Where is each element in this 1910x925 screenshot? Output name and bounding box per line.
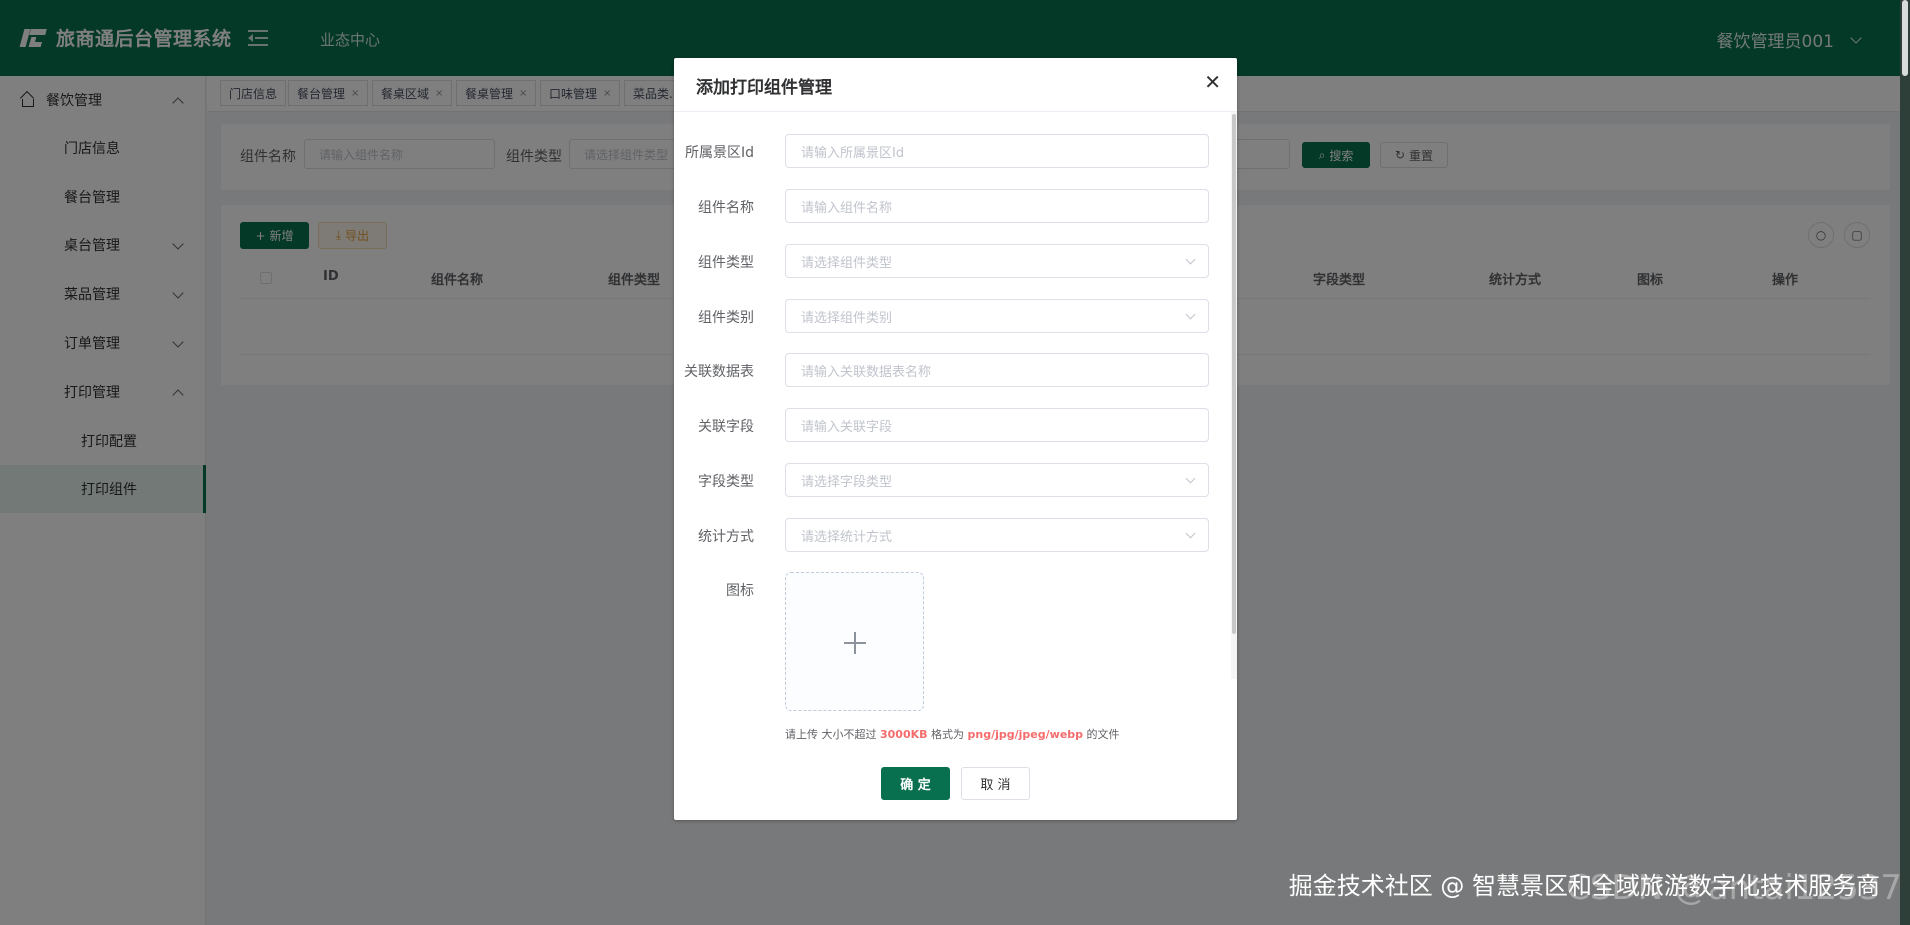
field-type-select[interactable]: 请选择字段类型 <box>785 463 1209 497</box>
component-type-label: 组件类型 <box>698 255 754 271</box>
chevron-down-icon <box>1185 309 1196 320</box>
component-type-placeholder: 请选择组件类型 <box>801 255 893 271</box>
component-name-input[interactable]: 请输入组件名称 <box>785 189 1209 223</box>
dialog-divider <box>674 111 1237 112</box>
page-scrollbar[interactable] <box>1900 0 1910 925</box>
chevron-down-icon <box>1185 473 1196 484</box>
related-field-input[interactable]: 请输入关联字段 <box>785 408 1209 442</box>
related-table-label: 关联数据表 <box>684 364 754 380</box>
dialog-scrollbar[interactable] <box>1231 112 1237 679</box>
stat-method-label: 统计方式 <box>698 529 754 545</box>
component-type-select[interactable]: 请选择组件类型 <box>785 244 1209 278</box>
field-type-placeholder: 请选择字段类型 <box>801 474 893 490</box>
add-print-component-dialog: 添加打印组件管理 ✕ 所属景区Id 请输入所属景区Id 组件名称 请输入组件名称… <box>674 58 1237 820</box>
stat-method-select[interactable]: 请选择统计方式 <box>785 518 1209 552</box>
scenic-id-label: 所属景区Id <box>684 145 754 161</box>
component-category-placeholder: 请选择组件类别 <box>801 310 893 326</box>
component-category-select[interactable]: 请选择组件类别 <box>785 299 1209 333</box>
upload-tip-formats: png/jpg/jpeg/webp <box>967 728 1084 741</box>
upload-tip-prefix: 请上传 大小不超过 <box>785 728 877 741</box>
plus-icon-stroke <box>854 632 856 654</box>
watermark: 掘金技术社区 @ 智慧景区和全域旅游数字化技术服务商 <box>1288 872 1880 900</box>
related-table-input[interactable]: 请输入关联数据表名称 <box>785 353 1209 387</box>
upload-tip-mid: 格式为 <box>931 728 965 741</box>
component-category-label: 组件类别 <box>698 310 754 326</box>
dialog-title: 添加打印组件管理 <box>696 78 832 98</box>
upload-tip-suffix: 的文件 <box>1086 728 1120 741</box>
component-name-label: 组件名称 <box>698 200 754 216</box>
related-field-label: 关联字段 <box>698 419 754 435</box>
upload-tip-size: 3000KB <box>880 728 928 741</box>
confirm-button[interactable]: 确 定 <box>881 767 950 800</box>
chevron-down-icon <box>1185 528 1196 539</box>
icon-label: 图标 <box>726 583 754 599</box>
scenic-id-input[interactable]: 请输入所属景区Id <box>785 134 1209 168</box>
close-icon[interactable]: ✕ <box>1204 72 1221 92</box>
chevron-down-icon <box>1185 254 1196 265</box>
field-type-label: 字段类型 <box>698 474 754 490</box>
upload-tip: 请上传 大小不超过 3000KB 格式为 png/jpg/jpeg/webp 的… <box>785 726 1120 742</box>
stat-method-placeholder: 请选择统计方式 <box>801 529 893 545</box>
icon-upload[interactable] <box>785 572 924 711</box>
cancel-button[interactable]: 取 消 <box>961 767 1030 800</box>
